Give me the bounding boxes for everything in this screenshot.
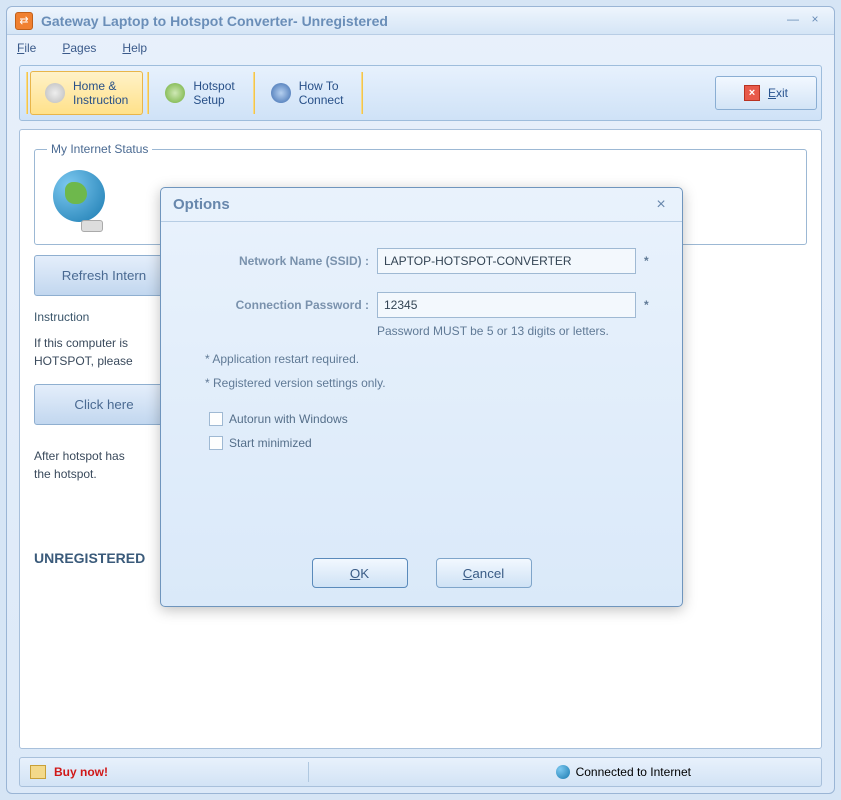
window-title: Gateway Laptop to Hotspot Converter- Unr… [41, 13, 782, 29]
password-input[interactable] [377, 292, 636, 318]
dialog-titlebar: Options × [161, 188, 682, 222]
statusbar: Buy now! Connected to Internet [19, 757, 822, 787]
options-dialog: Options × Network Name (SSID) : * Connec… [160, 187, 683, 607]
ssid-input[interactable] [377, 248, 636, 274]
cart-icon [30, 765, 46, 779]
toolbar-separator [26, 72, 28, 114]
dialog-close-button[interactable]: × [652, 196, 670, 214]
click-here-button[interactable]: Click here [34, 384, 174, 425]
password-hint: Password MUST be 5 or 13 digits or lette… [377, 324, 658, 338]
close-button[interactable]: × [804, 12, 826, 30]
toolbar-separator [361, 72, 363, 114]
required-asterisk: * [644, 254, 658, 268]
status-legend: My Internet Status [47, 142, 152, 156]
exit-button[interactable]: × Exit [715, 76, 817, 110]
minimize-button[interactable]: — [782, 12, 804, 30]
connection-status: Connected to Internet [576, 765, 691, 779]
menu-file[interactable]: File [17, 41, 36, 55]
howto-icon [271, 83, 291, 103]
note-registered: * Registered version settings only. [205, 376, 658, 390]
menubar: File Pages Help [7, 35, 834, 61]
toolbar: Home &Instruction HotspotSetup How ToCon… [19, 65, 822, 121]
password-label: Connection Password : [185, 298, 369, 312]
buy-now-link[interactable]: Buy now! [54, 765, 108, 779]
app-icon: ⇄ [15, 12, 33, 30]
ok-button[interactable]: OK [312, 558, 408, 588]
close-icon: × [744, 85, 760, 101]
toolbar-separator [253, 72, 255, 114]
ssid-label: Network Name (SSID) : [185, 254, 369, 268]
connection-icon [556, 765, 570, 779]
tab-how-to-connect[interactable]: How ToConnect [257, 71, 358, 115]
tab-hotspot-setup[interactable]: HotspotSetup [151, 71, 248, 115]
titlebar: ⇄ Gateway Laptop to Hotspot Converter- U… [7, 7, 834, 35]
menu-help[interactable]: Help [122, 41, 147, 55]
hotspot-icon [165, 83, 185, 103]
refresh-internet-button[interactable]: Refresh Intern [34, 255, 174, 296]
autorun-checkbox[interactable] [209, 412, 223, 426]
tab-home-instruction[interactable]: Home &Instruction [30, 71, 143, 115]
required-asterisk: * [644, 298, 658, 312]
toolbar-separator [147, 72, 149, 114]
home-icon [45, 83, 65, 103]
globe-icon [47, 168, 111, 232]
note-restart: * Application restart required. [205, 352, 658, 366]
dialog-title: Options [173, 196, 652, 213]
autorun-label: Autorun with Windows [229, 412, 348, 426]
start-minimized-label: Start minimized [229, 436, 312, 450]
dialog-body: Network Name (SSID) : * Connection Passw… [161, 222, 682, 548]
start-minimized-checkbox[interactable] [209, 436, 223, 450]
menu-pages[interactable]: Pages [62, 41, 96, 55]
cancel-button[interactable]: Cancel [436, 558, 532, 588]
dialog-buttons: OK Cancel [161, 548, 682, 606]
